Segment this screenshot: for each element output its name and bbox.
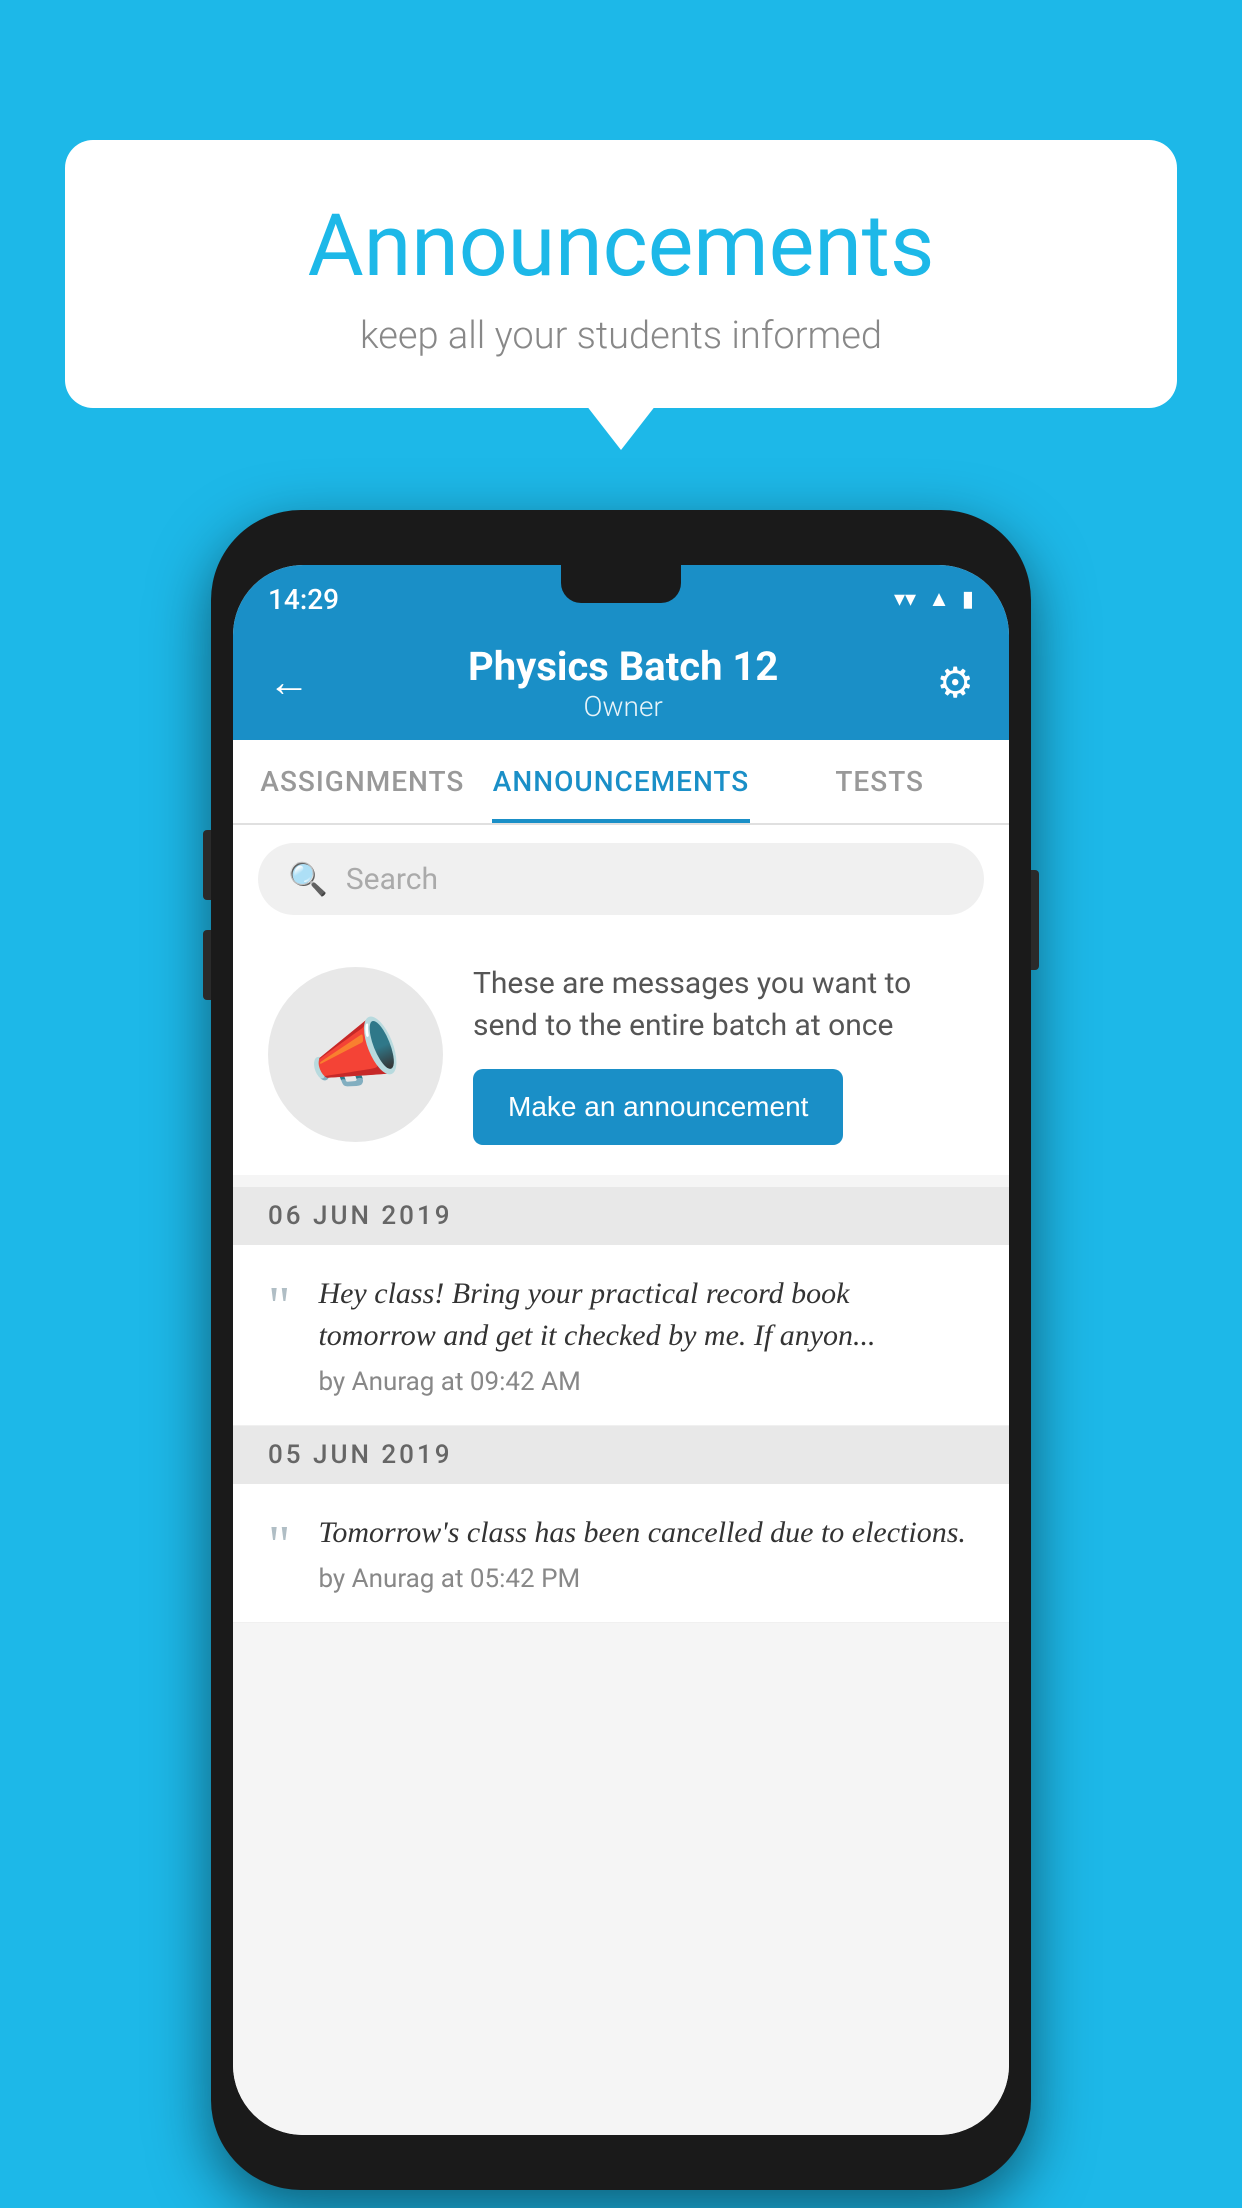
search-container: 🔍 Search <box>233 825 1009 933</box>
search-icon: 🔍 <box>288 860 328 898</box>
announcement-meta-1: by Anurag at 09:42 AM <box>318 1367 974 1397</box>
app-bar: ← Physics Batch 12 Owner ⚙ <box>233 625 1009 740</box>
announcement-content-1: Hey class! Bring your practical record b… <box>318 1273 974 1397</box>
phone-screen: 14:29 ▾▾ ▲ ▮ ← Physics Batch 12 Owner ⚙ <box>233 565 1009 2135</box>
back-button[interactable]: ← <box>268 658 310 707</box>
announcement-item-1[interactable]: " Hey class! Bring your practical record… <box>233 1245 1009 1426</box>
tab-announcements[interactable]: ANNOUNCEMENTS <box>492 740 751 823</box>
announcement-text-2: Tomorrow's class has been cancelled due … <box>318 1512 974 1554</box>
tabs-container: ASSIGNMENTS ANNOUNCEMENTS TESTS <box>233 740 1009 825</box>
make-announcement-button[interactable]: Make an announcement <box>473 1069 843 1145</box>
speech-bubble-title: Announcements <box>125 195 1117 296</box>
speech-bubble: Announcements keep all your students inf… <box>65 140 1177 408</box>
settings-icon[interactable]: ⚙ <box>936 658 974 708</box>
megaphone-icon: 📣 <box>309 1010 402 1098</box>
phone-container: 14:29 ▾▾ ▲ ▮ ← Physics Batch 12 Owner ⚙ <box>211 510 1031 2190</box>
tab-assignments[interactable]: ASSIGNMENTS <box>233 740 492 823</box>
phone-body: 14:29 ▾▾ ▲ ▮ ← Physics Batch 12 Owner ⚙ <box>211 510 1031 2190</box>
power-button[interactable] <box>1031 870 1039 970</box>
speech-bubble-subtitle: keep all your students informed <box>125 314 1117 358</box>
announcement-promo: 📣 These are messages you want to send to… <box>233 933 1009 1175</box>
status-time: 14:29 <box>268 583 339 616</box>
status-icons: ▾▾ ▲ ▮ <box>894 586 974 612</box>
announcement-meta-2: by Anurag at 05:42 PM <box>318 1564 974 1594</box>
volume-up-button[interactable] <box>203 830 211 900</box>
search-bar[interactable]: 🔍 Search <box>258 843 984 915</box>
announcement-content-2: Tomorrow's class has been cancelled due … <box>318 1512 974 1594</box>
announcement-text-1: Hey class! Bring your practical record b… <box>318 1273 974 1357</box>
screen-content: 14:29 ▾▾ ▲ ▮ ← Physics Batch 12 Owner ⚙ <box>233 565 1009 2135</box>
app-bar-title-container: Physics Batch 12 Owner <box>310 643 936 723</box>
app-bar-title: Physics Batch 12 <box>310 643 936 690</box>
quote-icon-1: " <box>268 1278 290 1333</box>
battery-icon: ▮ <box>962 587 974 612</box>
promo-icon-circle: 📣 <box>268 967 443 1142</box>
phone-notch <box>561 565 681 603</box>
quote-icon-2: " <box>268 1517 290 1572</box>
content-area: 🔍 Search 📣 These are messages you want t… <box>233 825 1009 2135</box>
date-separator-1: 06 JUN 2019 <box>233 1187 1009 1245</box>
signal-icon: ▲ <box>928 586 950 612</box>
search-placeholder: Search <box>346 862 438 897</box>
app-bar-subtitle: Owner <box>310 690 936 723</box>
speech-bubble-container: Announcements keep all your students inf… <box>65 140 1177 408</box>
volume-down-button[interactable] <box>203 930 211 1000</box>
announcement-item-2[interactable]: " Tomorrow's class has been cancelled du… <box>233 1484 1009 1623</box>
promo-right: These are messages you want to send to t… <box>473 963 974 1145</box>
promo-description: These are messages you want to send to t… <box>473 963 974 1047</box>
wifi-icon: ▾▾ <box>894 587 916 612</box>
date-separator-2: 05 JUN 2019 <box>233 1426 1009 1484</box>
tab-tests[interactable]: TESTS <box>750 740 1009 823</box>
